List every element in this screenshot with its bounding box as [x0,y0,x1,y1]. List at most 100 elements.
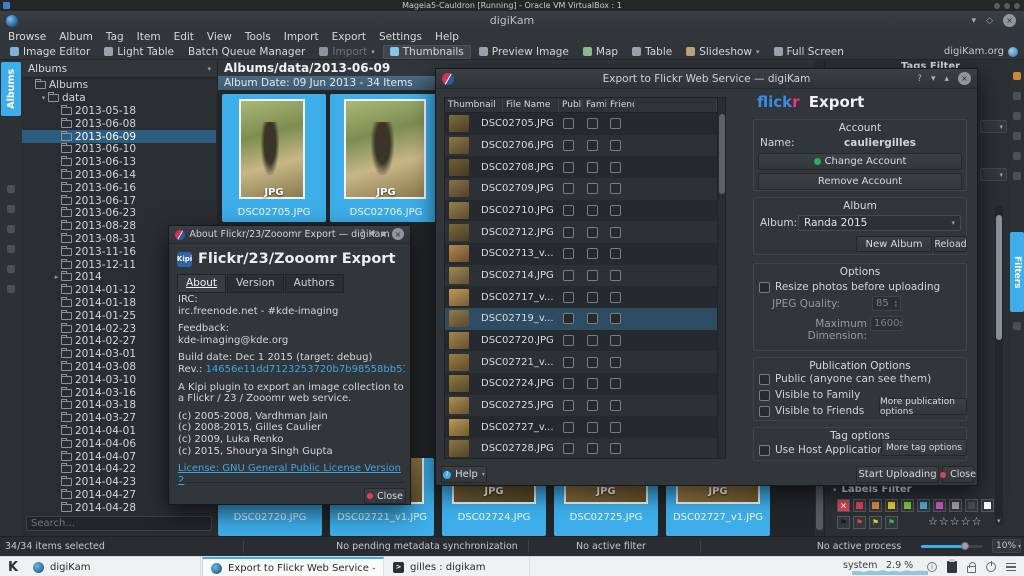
public-checkbox[interactable] [563,313,574,324]
menu-item[interactable]: Item [137,31,161,43]
thumbnail-zoom-slider[interactable] [921,545,983,548]
versions-tab-icon[interactable] [1013,172,1021,180]
captions-tab-icon[interactable] [1013,152,1021,160]
remove-account-button[interactable]: Remove Account [758,173,962,190]
public-checkbox[interactable] [563,118,574,129]
thumbnail-tile[interactable]: JPG DSC02705.JPG [222,94,326,222]
tags-tab-icon[interactable] [7,185,15,193]
taskbar-task[interactable]: digiKam [25,557,201,576]
taskbar-task[interactable]: >gilles : digikam [385,557,530,576]
file-row[interactable]: DSC02709.JPG [445,178,717,200]
pick-label-icon[interactable]: ⚑ [885,516,898,529]
resize-checkbox-row[interactable]: Resize photos before uploading [759,281,940,293]
albums-panel-header[interactable]: Albums ▾ [22,60,217,78]
file-row[interactable]: DSC02727_v... [445,416,717,438]
vm-close-icon[interactable] [1014,3,1020,9]
change-account-button[interactable]: Change Account [758,153,962,170]
file-row[interactable]: DSC02708.JPG [445,156,717,178]
col-thumbnail[interactable]: Thumbnail [445,98,503,112]
jpeg-quality-spinbox[interactable]: 85 ▴▾ [872,296,901,311]
friends-checkbox[interactable] [610,400,621,411]
family-checkbox[interactable] [587,292,598,303]
file-row[interactable]: DSC02717_v... [445,286,717,308]
maximize-icon[interactable]: ◇ [986,16,993,26]
star-icon[interactable]: ☆ [939,515,950,528]
power-icon[interactable] [986,562,996,572]
color-label-icon[interactable] [869,499,882,512]
public-checkbox[interactable] [563,357,574,368]
color-label-icon[interactable] [933,499,946,512]
menu-tag[interactable]: Tag [106,31,124,43]
help-button[interactable]: ? Help ▾ [441,466,487,483]
col-family[interactable]: Family [583,98,607,112]
family-checkbox[interactable] [587,248,598,259]
expand-arrow-icon[interactable]: ▸ [52,273,61,281]
family-checkbox[interactable] [587,422,598,433]
tools-tab-icon[interactable] [1013,322,1021,330]
public-checkbox[interactable] [563,270,574,281]
friends-checkbox[interactable] [610,118,621,129]
tray-menu-icon[interactable] [1006,563,1016,572]
no-color-label-icon[interactable]: × [837,499,850,512]
file-row[interactable]: DSC02719_v... [445,308,717,330]
toolbar-thumbnails[interactable]: Thumbnails [383,45,471,59]
help-icon[interactable]: ? [917,74,922,84]
pick-label-icon[interactable]: ⚑ [869,516,882,529]
star-icon[interactable]: ☆ [950,515,961,528]
taskbar-task[interactable]: Export to Flickr Web Service — digiKam [202,557,384,576]
friends-checkbox[interactable] [610,422,621,433]
sidebar-tab-albums[interactable]: Albums [1,62,21,116]
friends-checkbox[interactable] [610,313,621,324]
labels-tab-icon[interactable] [7,205,15,213]
album-tree-item[interactable]: 2013-06-14 [22,169,216,182]
public-checkbox[interactable] [563,162,574,173]
col-file-name[interactable]: File Name [503,98,559,112]
start-uploading-button[interactable]: Start Uploading [856,466,939,483]
album-tree-item[interactable]: 2013-06-09 [22,130,216,143]
toolbar-map[interactable]: Map [577,45,624,59]
color-label-icon[interactable] [965,499,978,512]
album-tree-item[interactable]: 2013-06-13 [22,156,216,169]
public-checkbox[interactable] [563,335,574,346]
color-label-icon[interactable] [853,499,866,512]
col-friends[interactable]: Friends [607,98,635,112]
kde-launcher-icon[interactable]: K [5,559,21,575]
color-label-icon[interactable] [917,499,930,512]
tab-about[interactable]: About [177,274,226,293]
checkbox[interactable] [759,390,770,401]
maximize-icon[interactable]: ▴ [381,229,386,239]
public-checkbox[interactable] [563,292,574,303]
checkbox[interactable] [759,406,770,417]
toolbar-table[interactable]: Table [626,45,678,59]
close-icon[interactable]: × [958,72,971,85]
search-input[interactable] [26,516,212,531]
family-checkbox[interactable] [587,140,598,151]
filter-combo[interactable]: ▾ [980,168,1007,181]
file-row[interactable]: DSC02725.JPG [445,395,717,417]
public-checkbox[interactable] [563,400,574,411]
more-tag-options-button[interactable]: More tag options [881,439,967,456]
menu-album[interactable]: Album [59,31,93,43]
digikam-org-link[interactable]: digiKam.org [944,46,1018,57]
clipboard-icon[interactable] [947,561,957,573]
metadata-tab-icon[interactable] [1013,92,1021,100]
file-row[interactable]: DSC02714.JPG [445,265,717,287]
friends-checkbox[interactable] [610,357,621,368]
lock-icon[interactable] [967,566,976,573]
checkbox[interactable] [759,374,770,385]
max-dimension-spinbox[interactable]: 1600 ▴▾ [870,316,903,331]
new-album-button[interactable]: New Album [856,236,932,252]
friends-checkbox[interactable] [610,205,621,216]
tab-authors[interactable]: Authors [285,274,344,293]
file-row[interactable]: DSC02724.JPG [445,373,717,395]
vm-window-controls[interactable] [994,3,1020,9]
menu-export[interactable]: Export [332,31,366,43]
sidebar-tab-filters[interactable]: Filters [1010,232,1024,312]
public-checkbox[interactable] [563,378,574,389]
public-checkbox[interactable] [563,422,574,433]
similarity-tab-icon[interactable] [7,285,15,293]
color-label-icon[interactable] [901,499,914,512]
album-tree-item[interactable]: ▾data [22,92,216,105]
reload-button[interactable]: Reload [934,236,967,252]
file-row[interactable]: DSC02705.JPG [445,113,717,135]
